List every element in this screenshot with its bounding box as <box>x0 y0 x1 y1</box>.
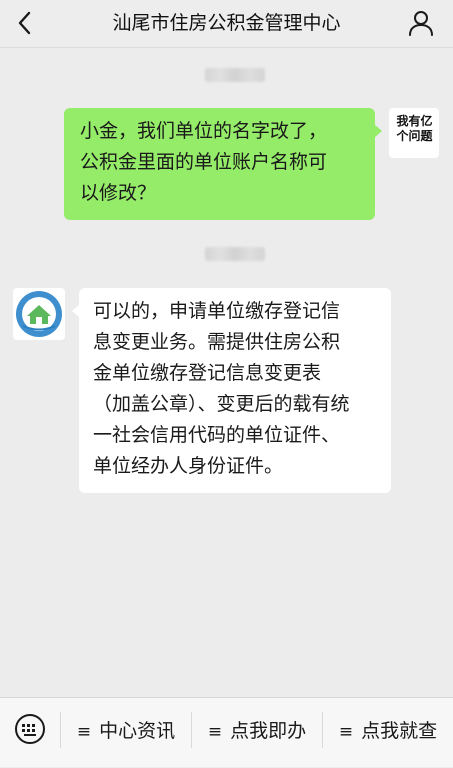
message-line: 息变更业务。需提供住房公积 <box>93 331 341 353</box>
message-line: 以修改？ <box>80 182 157 204</box>
message-timestamp <box>205 68 265 82</box>
back-button[interactable] <box>12 8 40 38</box>
profile-button[interactable] <box>407 9 435 37</box>
keyboard-icon <box>15 714 45 744</box>
message-line: 可以的，申请单位缴存登记信 <box>93 300 341 322</box>
sent-message-bubble[interactable]: 小金，我们单位的名字改了， 公积金里面的单位账户名称可 以修改？ <box>64 108 382 220</box>
menu-icon: ≡ <box>207 722 223 742</box>
menu-label: 点我即办 <box>230 720 307 742</box>
chat-title: 汕尾市住房公积金管理中心 <box>112 12 341 34</box>
menu-label: 中心资讯 <box>99 720 176 742</box>
chat-header: 汕尾市住房公积金管理中心 <box>0 0 453 48</box>
message-line: 一社会信用代码的单位证件、 <box>93 424 341 446</box>
menu-query[interactable]: ≡ 点我就查 <box>323 698 453 768</box>
menu-icon: ≡ <box>338 722 354 742</box>
menu-icon: ≡ <box>76 722 92 742</box>
chevron-left-icon <box>18 11 31 35</box>
message-line: 公积金里面的单位账户名称可 <box>80 151 328 173</box>
menu-center-news[interactable]: ≡ 中心资讯 <box>61 698 191 768</box>
message-line: （加盖公章）、变更后的载有统 <box>93 393 350 415</box>
message-line: 单位经办人身份证件。 <box>93 455 284 477</box>
avatar-text: 个问题 <box>396 129 433 143</box>
message-timestamp <box>205 247 265 261</box>
keyboard-toggle-button[interactable] <box>13 714 47 744</box>
menu-bar: ≡ 中心资讯 ≡ 点我即办 ≡ 点我就查 <box>0 697 453 767</box>
message-line: 金单位缴存登记信息变更表 <box>93 362 322 384</box>
bot-avatar[interactable] <box>13 288 65 340</box>
user-avatar[interactable]: 我有亿 个问题 <box>389 108 439 158</box>
housing-fund-logo-icon <box>13 288 65 340</box>
avatar-text: 我有亿 <box>396 114 433 128</box>
received-message-bubble[interactable]: 可以的，申请单位缴存登记信 息变更业务。需提供住房公积 金单位缴存登记信息变更表… <box>72 288 391 493</box>
menu-label: 点我就查 <box>361 720 438 742</box>
person-icon <box>409 11 433 36</box>
message-line: 小金，我们单位的名字改了， <box>80 120 328 142</box>
menu-do-now[interactable]: ≡ 点我即办 <box>192 698 322 768</box>
